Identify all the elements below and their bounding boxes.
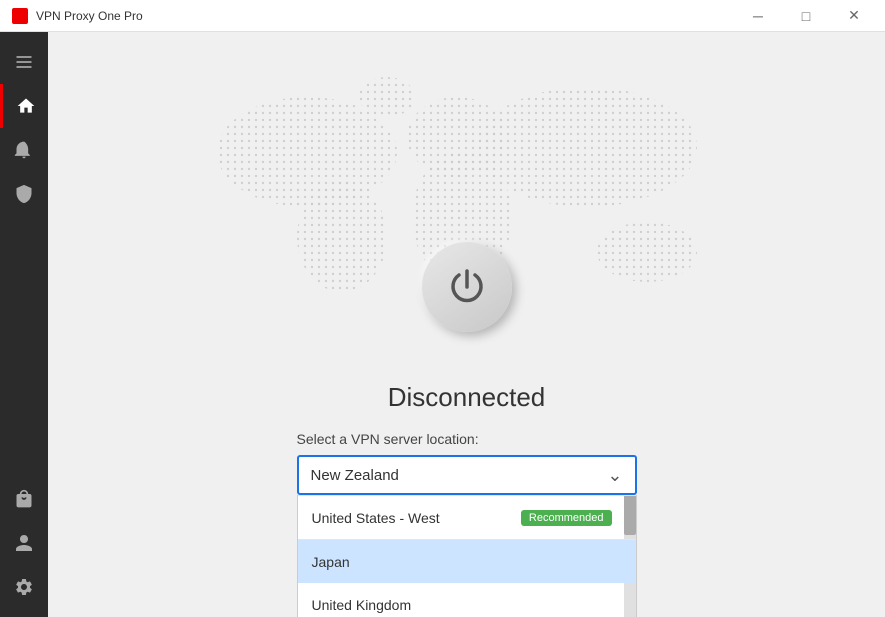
app-title: VPN Proxy One Pro	[36, 9, 143, 23]
power-button[interactable]	[422, 242, 512, 332]
settings-icon	[14, 577, 34, 597]
chevron-down-icon: ⌄	[607, 465, 622, 486]
dropdown-item-us-west[interactable]: United States - West Recommended	[298, 495, 636, 539]
user-icon	[14, 533, 34, 553]
world-map	[167, 62, 767, 322]
home-icon	[16, 96, 36, 116]
shield-check-icon	[14, 184, 34, 204]
title-bar: VPN Proxy One Pro ─ □ ✕	[0, 0, 885, 32]
title-bar-left: VPN Proxy One Pro	[12, 8, 143, 24]
selected-location-text: New Zealand	[311, 467, 399, 484]
bag-icon	[14, 489, 34, 509]
sidebar-item-settings[interactable]	[0, 565, 48, 609]
vpn-selector-label: Select a VPN server location:	[297, 431, 637, 447]
dropdown-item-label-us-west: United States - West	[312, 510, 521, 526]
sidebar-item-home[interactable]	[0, 84, 48, 128]
dropdown-item-japan[interactable]: Japan	[298, 539, 636, 583]
sidebar	[0, 32, 48, 617]
dropdown-item-label-uk: United Kingdom	[312, 597, 612, 613]
power-icon	[445, 265, 489, 309]
vpn-dropdown-selected[interactable]: New Zealand ⌄	[297, 455, 637, 495]
app-body: Disconnected Select a VPN server locatio…	[0, 32, 885, 617]
recommended-badge: Recommended	[521, 510, 612, 526]
sidebar-item-alerts[interactable]	[0, 128, 48, 172]
vpn-dropdown-list: United States - West Recommended Japan U…	[297, 495, 637, 617]
dropdown-item-uk[interactable]: United Kingdom	[298, 583, 636, 617]
minimize-button[interactable]: ─	[735, 0, 781, 32]
sidebar-item-security[interactable]	[0, 172, 48, 216]
app-icon	[12, 8, 28, 24]
sidebar-item-account[interactable]	[0, 521, 48, 565]
main-content: Disconnected Select a VPN server locatio…	[48, 32, 885, 617]
connection-status: Disconnected	[388, 382, 546, 413]
sidebar-item-store[interactable]	[0, 477, 48, 521]
title-bar-controls: ─ □ ✕	[735, 0, 877, 32]
sidebar-item-menu[interactable]	[0, 40, 48, 84]
maximize-button[interactable]: □	[783, 0, 829, 32]
menu-icon	[14, 52, 34, 72]
alert-icon	[14, 140, 34, 160]
dropdown-item-label-japan: Japan	[312, 554, 612, 570]
power-button-wrap	[422, 242, 512, 332]
close-button[interactable]: ✕	[831, 0, 877, 32]
vpn-selector-section: Select a VPN server location: New Zealan…	[297, 431, 637, 495]
